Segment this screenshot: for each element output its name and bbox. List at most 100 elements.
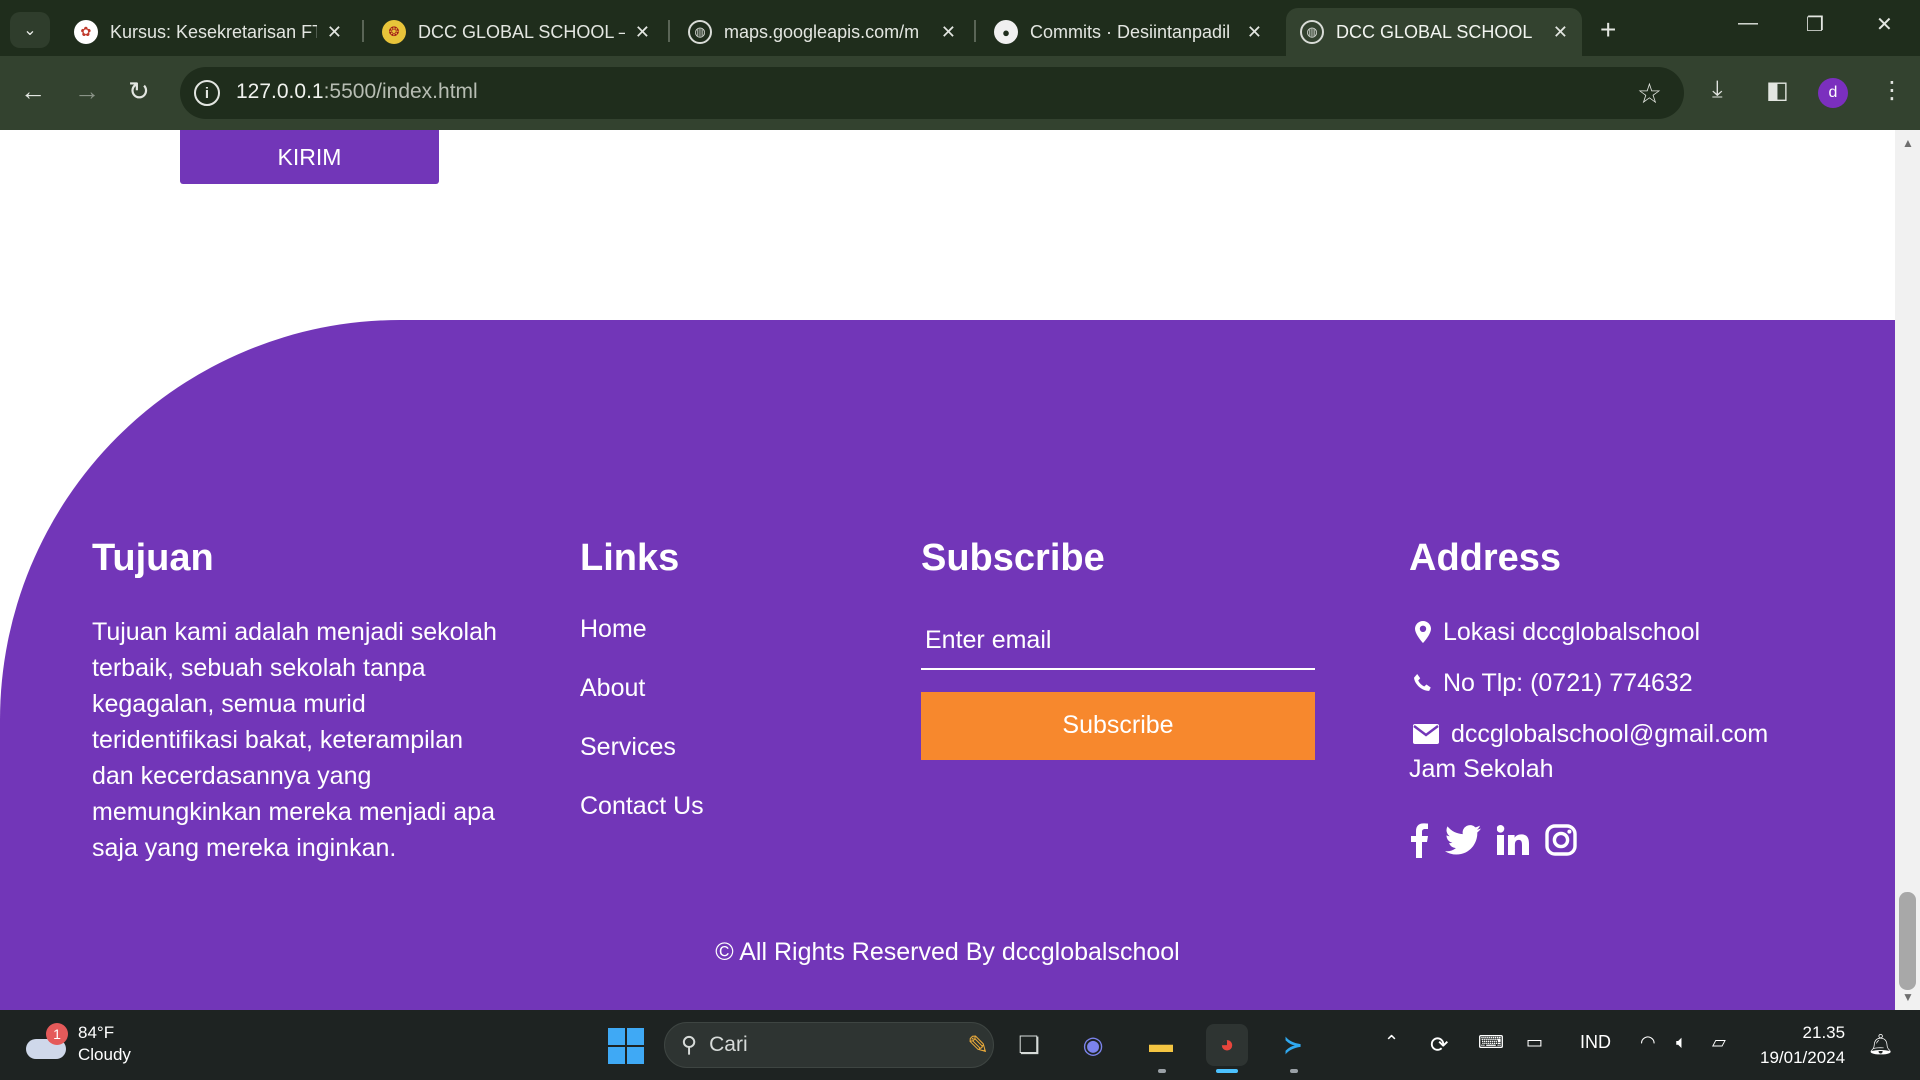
minimize-button[interactable]: — [1738, 12, 1758, 35]
close-window-button[interactable]: ✕ [1876, 12, 1893, 37]
keyboard-icon[interactable]: ⌨ [1478, 1032, 1504, 1053]
clock-time: 21.35 [1802, 1023, 1846, 1042]
profile-avatar[interactable]: d [1818, 78, 1848, 108]
footer-links-section: Links Home About Services Contact Us [580, 537, 704, 850]
address-heading: Address [1409, 537, 1562, 579]
address-bar[interactable]: i 127.0.0.1:5500/index.html ☆ [180, 67, 1684, 119]
bookmark-star-icon[interactable]: ☆ [1637, 77, 1662, 110]
arrow-right-icon: → [74, 76, 100, 106]
close-icon[interactable]: ✕ [327, 22, 342, 43]
footer-subscribe-section: Subscribe Subscribe [921, 537, 1315, 760]
copyright-text: © All Rights Reserved By dccglobalschool [715, 938, 1180, 966]
subscribe-button[interactable]: Subscribe [921, 691, 1315, 760]
twitter-icon[interactable] [1445, 824, 1481, 861]
footer-address-section: Address Lokasi dccglobalschool No Tlp: (… [1409, 537, 1768, 864]
menu-kebab-icon[interactable]: ⋮ [1880, 76, 1904, 105]
wifi-icon[interactable]: ◠ [1640, 1032, 1656, 1053]
cloud-icon: 1 [24, 1023, 68, 1059]
instagram-icon[interactable] [1545, 824, 1577, 862]
forward-button[interactable]: → [74, 76, 100, 107]
task-view-icon[interactable]: ❏ [1008, 1024, 1050, 1066]
windows-start-icon[interactable] [608, 1028, 644, 1064]
globe-favicon-icon: ◍ [1300, 20, 1324, 44]
links-heading: Links [580, 537, 680, 579]
school-logo-favicon-icon: ❂ [382, 20, 406, 44]
system-clock[interactable]: 21.35 19/01/2024 [1760, 1020, 1845, 1070]
app-running-indicator [1158, 1069, 1166, 1073]
url-text[interactable]: 127.0.0.1:5500/index.html [236, 80, 478, 104]
teams-chat-icon[interactable]: ◉ [1072, 1024, 1114, 1066]
tab-title: maps.googleapis.com/m [724, 21, 920, 42]
close-icon[interactable]: ✕ [1247, 22, 1262, 43]
clock-date: 19/01/2024 [1760, 1048, 1846, 1067]
footer-links-list: Home About Services Contact Us [580, 614, 704, 822]
scroll-down-arrow-icon[interactable]: ▼ [1902, 990, 1914, 1004]
arrow-left-icon: ← [20, 76, 46, 106]
address-phone-row: No Tlp: (0721) 774632 [1409, 665, 1768, 701]
plus-icon: + [1600, 14, 1617, 45]
social-icons [1409, 822, 1768, 864]
downloads-icon[interactable]: ⤓ [1712, 76, 1723, 104]
vscode-icon[interactable]: ≻ [1272, 1024, 1314, 1066]
tab-github-commits[interactable]: ● Commits · Desiintanpadil ✕ [980, 8, 1276, 56]
weather-widget[interactable]: 1 84°F Cloudy [24, 1022, 131, 1066]
volume-icon[interactable]: 🔈︎ [1676, 1032, 1687, 1053]
notification-bell-icon[interactable]: 🔔︎ [1868, 1032, 1893, 1057]
site-info-icon[interactable]: i [194, 80, 220, 106]
tab-dcc-global-school-active[interactable]: ◍ DCC GLOBAL SCHOOL ✕ [1286, 8, 1582, 56]
close-icon[interactable]: ✕ [635, 22, 650, 43]
tab-maps-googleapis[interactable]: ◍ maps.googleapis.com/m ✕ [674, 8, 970, 56]
tab-separator [362, 20, 364, 42]
weather-temperature: 84°F [78, 1023, 115, 1042]
url-path: :5500/index.html [323, 80, 478, 103]
weather-description: Cloudy [78, 1045, 131, 1064]
linkedin-icon[interactable] [1496, 824, 1529, 861]
restore-button[interactable]: ❐ [1806, 12, 1824, 37]
show-hidden-icons-chevron-icon[interactable]: ⌃ [1384, 1032, 1399, 1053]
footer-link-home[interactable]: Home [580, 614, 704, 645]
touchpad-icon[interactable]: ▭ [1526, 1032, 1543, 1053]
footer-link-about[interactable]: About [580, 673, 704, 704]
app-running-indicator [1290, 1069, 1298, 1073]
address-phone-text: No Tlp: (0721) 774632 [1443, 668, 1693, 697]
footer-link-contact-us[interactable]: Contact Us [580, 791, 704, 822]
search-highlight-icon: ✎ [967, 1029, 989, 1060]
reload-icon: ↻ [128, 76, 150, 106]
subscribe-heading: Subscribe [921, 537, 1105, 579]
phone-icon [1409, 673, 1437, 693]
chevron-down-icon: ⌄ [23, 22, 37, 39]
search-icon: ⚲ [681, 1032, 698, 1057]
tab-separator [974, 20, 976, 42]
scroll-up-arrow-icon[interactable]: ▲ [1902, 136, 1914, 150]
sync-icon[interactable]: ⟳ [1430, 1032, 1448, 1058]
footer-tujuan-section: Tujuan Tujuan kami adalah menjadi sekola… [92, 537, 502, 866]
page-scrollbar[interactable]: ▲ ▼ [1895, 130, 1920, 1010]
site-footer: Tujuan Tujuan kami adalah menjadi sekola… [0, 320, 1895, 1010]
tab-kursus[interactable]: ✿ Kursus: Kesekretarisan FT ✕ [60, 8, 356, 56]
browser-tab-bar: ⌄ ✿ Kursus: Kesekretarisan FT ✕ ❂ DCC GL… [0, 0, 1920, 56]
scrollbar-thumb[interactable] [1899, 892, 1916, 990]
email-field[interactable] [921, 613, 1315, 670]
tab-search-button[interactable]: ⌄ [10, 12, 50, 48]
facebook-icon[interactable] [1409, 822, 1429, 864]
reload-button[interactable]: ↻ [128, 76, 150, 107]
address-email-row: dccglobalschool@gmail.com [1409, 716, 1768, 752]
language-indicator[interactable]: IND [1580, 1032, 1611, 1053]
university-favicon-icon: ✿ [74, 20, 98, 44]
kirim-button[interactable]: KIRIM [180, 130, 439, 184]
globe-favicon-icon: ◍ [688, 20, 712, 44]
new-tab-button[interactable]: + [1600, 14, 1616, 46]
chrome-icon[interactable]: ◕ [1206, 1024, 1248, 1066]
tab-dcc-global-school-1[interactable]: ❂ DCC GLOBAL SCHOOL – | ✕ [368, 8, 664, 56]
close-icon[interactable]: ✕ [941, 22, 956, 43]
tujuan-text: Tujuan kami adalah menjadi sekolah terba… [92, 617, 497, 862]
battery-icon[interactable]: ▱ [1712, 1032, 1726, 1053]
back-button[interactable]: ← [20, 76, 46, 107]
footer-link-services[interactable]: Services [580, 732, 704, 763]
close-icon[interactable]: ✕ [1553, 22, 1568, 43]
envelope-icon [1409, 723, 1443, 744]
taskbar-search-box[interactable]: ⚲ Cari ✎ [664, 1022, 994, 1068]
side-panel-icon[interactable]: ◧ [1766, 76, 1789, 105]
file-explorer-icon[interactable]: ▬ [1140, 1024, 1182, 1066]
address-email-text[interactable]: dccglobalschool@gmail.com [1451, 716, 1768, 752]
